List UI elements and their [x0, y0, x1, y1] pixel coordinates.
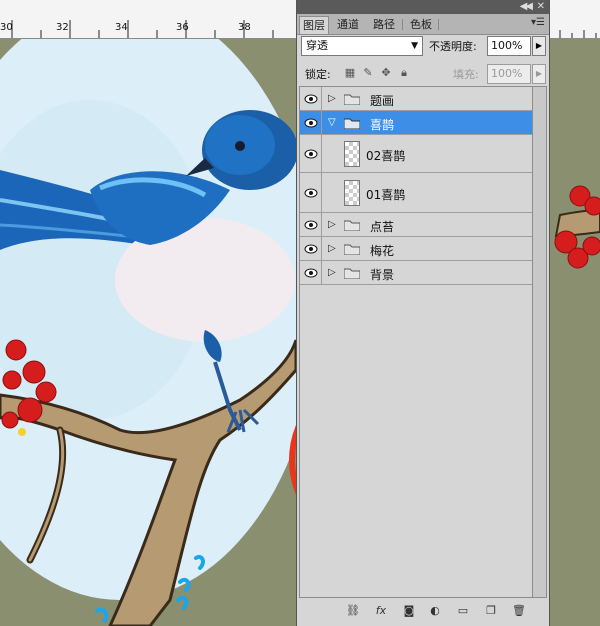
- layer-style-fx-icon[interactable]: fx: [373, 604, 389, 618]
- dropdown-arrow-icon: ▼: [411, 41, 418, 51]
- layer-row[interactable]: ▷ 背景: [300, 261, 532, 285]
- folder-icon: [344, 268, 360, 279]
- tab-layers[interactable]: 图层: [299, 16, 329, 34]
- visibility-eye-icon[interactable]: [300, 213, 322, 236]
- folder-icon: [344, 220, 360, 231]
- layers-panel: ◀◀ ✕ 图层 通道 路径 色板 ▾☰ 穿透 ▼ 不透明度: 100% ▶ 锁定…: [296, 0, 550, 626]
- ruler-label: 34: [115, 22, 128, 33]
- layers-scrollbar[interactable]: [533, 86, 547, 598]
- lock-label: 锁定:: [305, 68, 331, 81]
- opacity-input[interactable]: 100%: [487, 36, 531, 56]
- layers-list: ▷ 题画 ▽ 喜鹊 02喜鹊 01喜鹊 ▷ 点苔 ▷ 梅花 ▷ 背景: [299, 86, 533, 598]
- tab-channels[interactable]: 通道: [331, 16, 365, 34]
- fill-label: 填充:: [453, 68, 479, 81]
- close-icon[interactable]: ✕: [537, 1, 545, 12]
- layer-row[interactable]: 01喜鹊: [300, 173, 532, 213]
- visibility-eye-icon[interactable]: [300, 261, 322, 284]
- layer-thumbnail: [344, 180, 360, 206]
- collapse-triangle-icon[interactable]: ▽: [328, 117, 336, 128]
- layer-name: 背景: [370, 268, 395, 282]
- collapse-icon[interactable]: ◀◀: [520, 1, 533, 12]
- fill-input[interactable]: 100%: [487, 64, 531, 84]
- ruler-label: 36: [176, 22, 189, 33]
- layer-thumbnail: [344, 141, 360, 167]
- visibility-eye-icon[interactable]: [300, 237, 322, 260]
- expand-triangle-icon[interactable]: ▷: [328, 267, 336, 278]
- folder-icon: [344, 118, 360, 129]
- lock-fill-row: 锁定: ▦ ✎ ✥ 🔒︎ 填充: 100% ▶: [301, 64, 547, 84]
- folder-icon: [344, 94, 360, 105]
- layer-name: 题画: [370, 94, 395, 108]
- visibility-eye-icon[interactable]: [300, 135, 322, 172]
- layer-row[interactable]: ▷ 题画: [300, 87, 532, 111]
- panel-menu-icon[interactable]: ▾☰: [531, 17, 545, 28]
- ruler-label: 32: [56, 22, 69, 33]
- layer-row-selected[interactable]: ▽ 喜鹊: [300, 111, 532, 135]
- panel-tabs: 图层 通道 路径 色板 ▾☰: [297, 14, 549, 35]
- folder-icon: [344, 244, 360, 255]
- panel-title-bar: ◀◀ ✕: [297, 0, 549, 14]
- layer-row[interactable]: ▷ 梅花: [300, 237, 532, 261]
- visibility-eye-icon[interactable]: [300, 173, 322, 212]
- expand-triangle-icon[interactable]: ▷: [328, 219, 336, 230]
- expand-triangle-icon[interactable]: ▷: [328, 243, 336, 254]
- tab-paths[interactable]: 路径: [367, 16, 401, 34]
- expand-triangle-icon[interactable]: ▷: [328, 93, 336, 104]
- layer-name: 02喜鹊: [366, 149, 406, 163]
- opacity-label: 不透明度:: [429, 40, 477, 53]
- visibility-eye-icon[interactable]: [300, 111, 322, 134]
- blend-opacity-row: 穿透 ▼ 不透明度: 100% ▶: [301, 36, 547, 58]
- delete-layer-icon[interactable]: 🗑︎: [511, 604, 527, 618]
- lock-move-icon[interactable]: ✥: [379, 66, 393, 80]
- lock-brush-icon[interactable]: ✎: [361, 66, 375, 80]
- layer-row[interactable]: ▷ 点苔: [300, 213, 532, 237]
- ruler-label: 38: [238, 22, 251, 33]
- link-layers-icon[interactable]: ⛓: [345, 604, 361, 618]
- visibility-eye-icon[interactable]: [300, 87, 322, 110]
- opacity-slider-button[interactable]: ▶: [532, 36, 546, 56]
- new-layer-icon[interactable]: ❐: [483, 604, 499, 618]
- layer-name: 梅花: [370, 244, 395, 258]
- lock-all-icon[interactable]: 🔒︎: [397, 66, 411, 80]
- layer-name: 点苔: [370, 220, 395, 234]
- lock-transparent-icon[interactable]: ▦: [343, 66, 357, 80]
- blend-mode-value: 穿透: [306, 39, 328, 52]
- ruler-label: 30: [0, 22, 13, 33]
- layer-name: 01喜鹊: [366, 188, 406, 202]
- panel-bottom-toolbar: ⛓ fx ◙ ◐ ▭ ❐ 🗑︎: [297, 600, 549, 624]
- adjustment-layer-icon[interactable]: ◐: [427, 604, 443, 618]
- layer-name: 喜鹊: [370, 118, 395, 132]
- fill-slider-button[interactable]: ▶: [532, 64, 546, 84]
- tab-swatches[interactable]: 色板: [403, 16, 439, 34]
- blend-mode-select[interactable]: 穿透 ▼: [301, 36, 423, 56]
- new-group-icon[interactable]: ▭: [455, 604, 471, 618]
- add-mask-icon[interactable]: ◙: [401, 604, 417, 618]
- layer-row[interactable]: 02喜鹊: [300, 135, 532, 173]
